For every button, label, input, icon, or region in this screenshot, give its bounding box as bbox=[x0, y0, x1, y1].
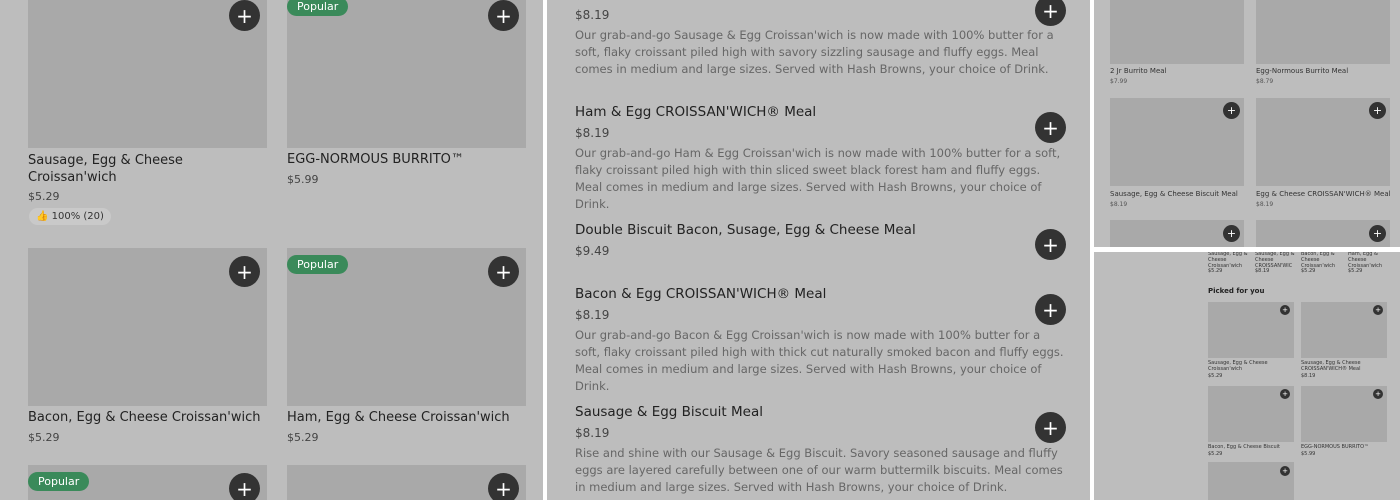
add-item-button[interactable]: + bbox=[1280, 466, 1290, 476]
add-item-button[interactable]: + bbox=[1035, 112, 1066, 143]
add-item-button[interactable]: + bbox=[1373, 389, 1383, 399]
thumbs-up-icon: 👍 bbox=[36, 211, 49, 222]
item-name[interactable]: Double Biscuit Bacon, Susage, Egg & Chee… bbox=[575, 222, 916, 238]
item-name[interactable]: Ham, Egg & Cheese Croissan'wich bbox=[287, 410, 510, 425]
add-item-button[interactable]: + bbox=[1369, 225, 1386, 242]
item-price: $5.99 bbox=[1301, 451, 1316, 457]
add-item-button[interactable]: + bbox=[229, 256, 260, 287]
item-name[interactable]: Bacon, Egg & Cheese Biscuit bbox=[1208, 444, 1280, 450]
item-price: $8.19 bbox=[575, 426, 610, 440]
popular-badge: Popular bbox=[28, 472, 90, 491]
add-item-button[interactable]: + bbox=[1280, 305, 1290, 315]
item-name[interactable]: 2 Jr Burrito Meal bbox=[1110, 67, 1167, 75]
item-name[interactable]: Ham & Egg CROISSAN'WICH® Meal bbox=[575, 104, 816, 120]
item-image[interactable] bbox=[1256, 0, 1390, 64]
add-item-button[interactable]: + bbox=[1223, 225, 1240, 242]
item-price: $5.29 bbox=[1208, 451, 1223, 457]
item-price: $7.99 bbox=[1110, 78, 1128, 85]
item-description: Rise and shine with our Sausage & Egg Bi… bbox=[575, 446, 1063, 494]
item-price: $8.19 bbox=[1301, 373, 1316, 379]
item-description: Our grab-and-go Bacon & Egg Croissan'wic… bbox=[575, 328, 1064, 393]
item-price: $5.99 bbox=[287, 173, 319, 186]
item-name[interactable]: Sausage, Egg & Cheese Croissan'wich bbox=[1208, 360, 1278, 372]
item-price: $8.79 bbox=[1256, 78, 1274, 85]
rating-value: 100% (20) bbox=[51, 211, 104, 222]
add-item-button[interactable]: + bbox=[1223, 102, 1240, 119]
item-name[interactable]: Sausage & Egg Biscuit Meal bbox=[575, 404, 763, 420]
add-item-button[interactable]: + bbox=[1369, 102, 1386, 119]
rating-badge: 👍 100% (20) bbox=[29, 208, 111, 225]
item-price: $8.19 bbox=[1255, 268, 1270, 274]
item-name[interactable]: Bacon & Egg CROISSAN'WICH® Meal bbox=[575, 286, 826, 302]
item-price: $5.29 bbox=[1348, 268, 1363, 274]
add-item-button[interactable]: + bbox=[1280, 389, 1290, 399]
add-item-button[interactable]: + bbox=[1373, 305, 1383, 315]
item-price: $5.29 bbox=[1208, 268, 1223, 274]
item-name[interactable]: Bacon, Egg & Cheese Croissan'wich bbox=[1301, 252, 1341, 269]
section-title: Picked for you bbox=[1208, 287, 1265, 295]
item-name[interactable]: Sausage, Egg & Cheese CROISSAN'WICH® Mea… bbox=[1301, 360, 1381, 372]
popular-badge: Popular bbox=[287, 0, 349, 16]
add-item-button[interactable]: + bbox=[1035, 294, 1066, 325]
add-item-button[interactable]: + bbox=[229, 0, 260, 31]
add-item-button[interactable]: + bbox=[229, 473, 260, 500]
item-name[interactable]: Sausage, Egg & Cheese Croissan'wich bbox=[28, 152, 228, 186]
item-price: $9.49 bbox=[575, 244, 610, 258]
item-price: $8.19 bbox=[575, 308, 610, 322]
item-name[interactable]: Ham, Egg & Cheese Croissan'wich bbox=[1348, 252, 1388, 269]
item-price: $8.19 bbox=[575, 126, 610, 140]
item-name[interactable]: Sausage, Egg & Cheese CROISSAN'WIC bbox=[1255, 252, 1295, 269]
item-description: Our grab-and-go Sausage & Egg Croissan'w… bbox=[575, 28, 1054, 76]
menu-list-panel: + $8.19 Our grab-and-go Sausage & Egg Cr… bbox=[547, 0, 1090, 500]
add-item-button[interactable]: + bbox=[1035, 0, 1066, 26]
item-name[interactable]: Egg-Normous Burrito Meal bbox=[1256, 67, 1348, 75]
item-price: $8.19 bbox=[575, 8, 610, 22]
popular-badge: Popular bbox=[287, 255, 349, 274]
item-price: $8.19 bbox=[1110, 201, 1128, 208]
item-price: $5.29 bbox=[28, 431, 60, 444]
item-image[interactable] bbox=[1110, 0, 1244, 64]
add-item-button[interactable]: + bbox=[1035, 412, 1066, 443]
item-name[interactable]: Egg & Cheese CROISSAN'WICH® Meal bbox=[1256, 190, 1391, 198]
item-price: $8.19 bbox=[1256, 201, 1274, 208]
item-name[interactable]: Bacon, Egg & Cheese Croissan'wich bbox=[28, 410, 260, 425]
add-item-button[interactable]: + bbox=[488, 0, 519, 31]
item-name[interactable]: EGG-NORMOUS BURRITO™ bbox=[287, 152, 464, 167]
add-item-button[interactable]: + bbox=[488, 473, 519, 500]
mini-panel: Sausage, Egg & Cheese Croissan'wich $5.2… bbox=[1094, 252, 1400, 500]
item-name[interactable]: Sausage, Egg & Cheese Croissan'wich bbox=[1208, 252, 1248, 269]
item-description: Our grab-and-go Ham & Egg Croissan'wich … bbox=[575, 146, 1061, 211]
item-name[interactable]: Sausage, Egg & Cheese Biscuit Meal bbox=[1110, 190, 1238, 198]
item-price: $5.29 bbox=[1301, 268, 1316, 274]
add-item-button[interactable]: + bbox=[1035, 229, 1066, 260]
item-price: $5.29 bbox=[28, 190, 60, 203]
menu-grid-panel: + Popular + Sausage, Egg & Cheese Croiss… bbox=[0, 0, 543, 500]
add-item-button[interactable]: + bbox=[488, 256, 519, 287]
item-name[interactable]: EGG-NORMOUS BURRITO™ bbox=[1301, 444, 1369, 450]
small-grid-panel: 2 Jr Burrito Meal $7.99 Egg-Normous Burr… bbox=[1094, 0, 1400, 247]
item-price: $5.29 bbox=[1208, 373, 1223, 379]
item-price: $5.29 bbox=[287, 431, 319, 444]
